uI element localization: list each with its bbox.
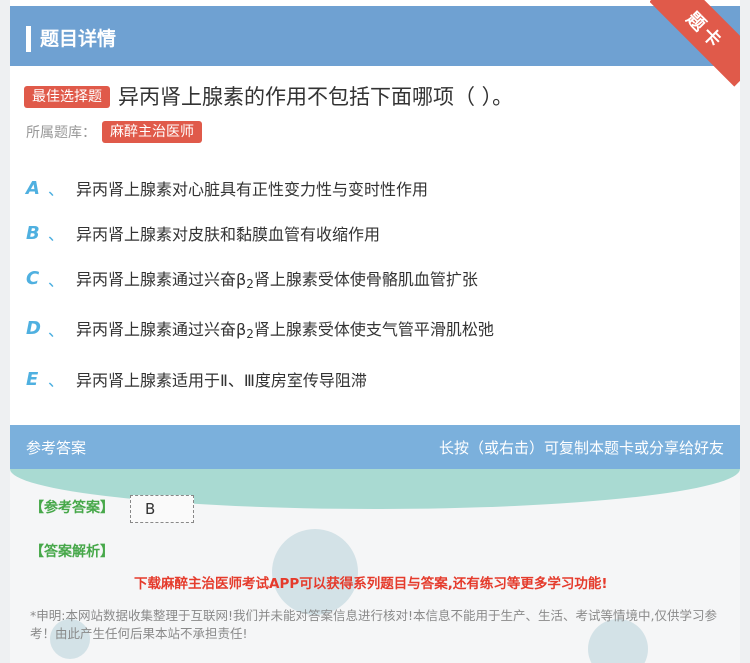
option-letter: A <box>26 177 40 199</box>
disclaimer-text: *申明:本网站数据收集整理于互联网!我们并未能对答案信息进行核对!本信息不能用于… <box>30 608 717 641</box>
question-card: 题目详情 题卡 最佳选择题 异丙肾上腺素的作用不包括下面哪项（ ）。 所属题库：… <box>10 0 740 663</box>
bank-label: 所属题库： <box>26 125 96 141</box>
bank-badge[interactable]: 麻醉主治医师 <box>102 121 202 143</box>
analysis-label: 【答案解析】 <box>30 544 114 560</box>
page-title: 题目详情 <box>40 28 117 50</box>
reference-answer-value: B <box>130 495 194 523</box>
option-a[interactable]: A 、 异丙肾上腺素对心脏具有正性变力性与变时性作用 <box>26 176 428 200</box>
option-text: 异丙肾上腺素通过兴奋β2肾上腺素受体使支气管平滑肌松弛 <box>76 320 494 341</box>
option-text: 异丙肾上腺素对心脏具有正性变力性与变时性作用 <box>76 180 429 199</box>
answer-panel: 参考答案 长按（或右击）可复制本题卡或分享给好友 【参考答案】 B 【答案解析】… <box>10 425 740 663</box>
answer-body: 【参考答案】 B 【答案解析】 下载麻醉主治医师考试APP可以获得系列题目与答案… <box>10 469 740 663</box>
option-b[interactable]: B 、 异丙肾上腺素对皮肤和黏膜血管有收缩作用 <box>26 221 380 245</box>
header-bar: 题目详情 <box>10 6 740 66</box>
ribbon-label: 题卡 <box>681 8 728 55</box>
option-d[interactable]: D 、 异丙肾上腺素通过兴奋β2肾上腺素受体使支气管平滑肌松弛 <box>26 316 494 341</box>
reference-answer-label: 【参考答案】 <box>30 500 114 516</box>
question-row: 最佳选择题 异丙肾上腺素的作用不包括下面哪项（ ）。 <box>24 82 513 112</box>
option-text: 异丙肾上腺素对皮肤和黏膜血管有收缩作用 <box>76 225 381 244</box>
app-promo-link[interactable]: 下载麻醉主治医师考试APP可以获得系列题目与答案,还有练习等更多学习功能! <box>134 572 608 592</box>
corner-ribbon: 题卡 <box>650 0 740 90</box>
option-letter: C <box>26 268 40 289</box>
option-letter: E <box>26 368 39 390</box>
option-letter: B <box>26 222 40 244</box>
question-text: 异丙肾上腺素的作用不包括下面哪项（ ）。 <box>118 85 514 109</box>
option-e[interactable]: E 、 异丙肾上腺素适用于Ⅱ、Ⅲ度房室传导阻滞 <box>26 367 367 391</box>
header-accent <box>26 26 31 52</box>
option-text: 异丙肾上腺素通过兴奋β2肾上腺素受体使骨骼肌血管扩张 <box>76 270 478 291</box>
bank-row: 所属题库： 麻醉主治医师 <box>26 121 202 143</box>
wave-decoration <box>10 469 740 509</box>
answer-header-title: 参考答案 <box>26 439 87 457</box>
answer-header: 参考答案 长按（或右击）可复制本题卡或分享给好友 <box>10 425 740 469</box>
option-text: 异丙肾上腺素适用于Ⅱ、Ⅲ度房室传导阻滞 <box>76 371 367 390</box>
option-letter: D <box>26 318 41 339</box>
question-type-badge: 最佳选择题 <box>24 86 110 108</box>
share-hint: 长按（或右击）可复制本题卡或分享给好友 <box>438 439 724 457</box>
option-c[interactable]: C 、 异丙肾上腺素通过兴奋β2肾上腺素受体使骨骼肌血管扩张 <box>26 266 478 291</box>
